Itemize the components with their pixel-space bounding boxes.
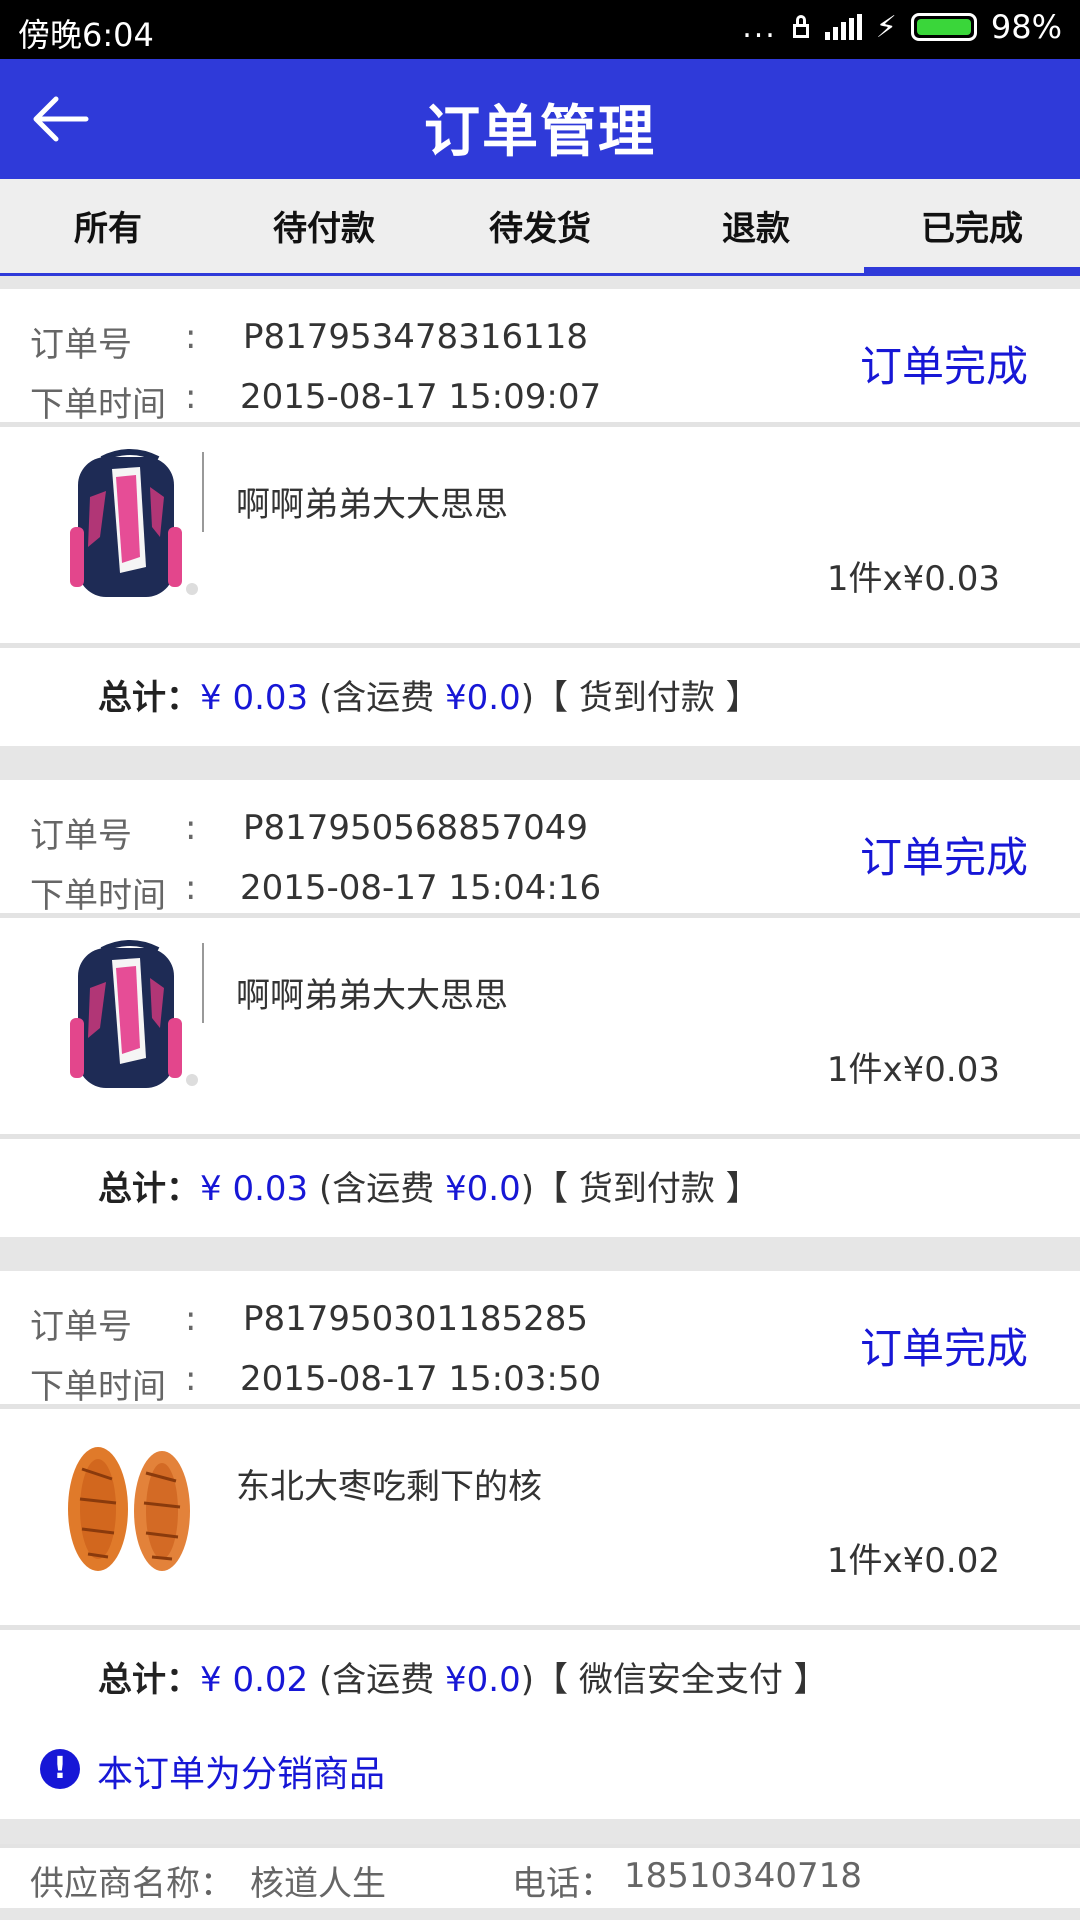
backpack-image <box>70 940 198 1088</box>
order-header: 订单号 : P817950568857049 下单时间 : 2015-08-17… <box>0 780 1080 918</box>
order-no-label: 订单号 <box>30 1307 132 1347</box>
order-header: 订单号 : P817953478316118 下单时间 : 2015-08-17… <box>0 289 1080 427</box>
exclamation-icon: ! <box>40 1749 80 1789</box>
order-time: 2015-08-17 15:04:16 <box>240 868 602 908</box>
order-time-label: 下单时间 <box>30 876 166 916</box>
shipping-close: ) <box>520 1660 535 1700</box>
colon: : <box>185 1299 197 1339</box>
notice-text: 本订单为分销商品 <box>97 1754 386 1795</box>
total-line: 总计：¥ 0.03 (含运费 ¥0.0)【 货到付款 】 <box>98 1161 760 1210</box>
order-tabs: 所有 待付款 待发货 退款 已完成 <box>0 179 1080 276</box>
total-label: 总计： <box>98 1660 200 1700</box>
supplier-phone-label: 电话： <box>512 1864 614 1904</box>
order-total: 总计：¥ 0.02 (含运费 ¥0.0)【 微信安全支付 】 <box>0 1630 1080 1728</box>
colon: : <box>185 1359 197 1399</box>
colon: : <box>185 317 197 357</box>
bracket-open: 【 <box>534 1169 579 1209</box>
title-bar: 订单管理 <box>0 59 1080 179</box>
order-time-label: 下单时间 <box>30 385 166 425</box>
payment-method: 货到付款 <box>578 678 715 718</box>
total-line: 总计：¥ 0.03 (含运费 ¥0.0)【 货到付款 】 <box>98 670 760 719</box>
order-no: P817950301185285 <box>243 1299 588 1339</box>
divider <box>202 452 204 532</box>
lock-icon <box>791 14 811 40</box>
shipping-amount: ¥0.0 <box>445 1660 521 1700</box>
total-amount: ¥ 0.03 <box>200 1169 309 1209</box>
supplier-info: 供应商名称： 核道人生 电话： 18510340718 <box>0 1844 1080 1908</box>
total-label: 总计： <box>98 1169 200 1209</box>
shipping-close: ) <box>520 1169 535 1209</box>
order-total: 总计：¥ 0.03 (含运费 ¥0.0)【 货到付款 】 <box>0 1139 1080 1237</box>
total-line: 总计：¥ 0.02 (含运费 ¥0.0)【 微信安全支付 】 <box>98 1652 828 1701</box>
product-qty-price: 1件x¥0.02 <box>826 1541 1000 1581</box>
order-status: 订单完成 <box>859 1324 1028 1373</box>
shipping-open: (含运费 <box>318 1169 446 1209</box>
order-product[interactable]: 啊啊弟弟大大思思 1件x¥0.03 <box>0 427 1080 648</box>
product-qty-price: 1件x¥0.03 <box>826 1050 1000 1090</box>
page-title: 订单管理 <box>424 100 656 165</box>
total-amount: ¥ 0.03 <box>200 678 309 718</box>
supplier-phone[interactable]: 18510340718 <box>624 1856 862 1896</box>
shipping-open: (含运费 <box>318 1660 446 1700</box>
order-time: 2015-08-17 15:09:07 <box>240 377 602 417</box>
shipping-amount: ¥0.0 <box>445 1169 521 1209</box>
bracket-close: 】 <box>782 1660 828 1700</box>
bracket-open: 【 <box>534 1660 579 1700</box>
order-status: 订单完成 <box>859 342 1028 391</box>
battery-icon <box>910 13 977 41</box>
order-time-label: 下单时间 <box>30 1367 166 1407</box>
battery-percent: 98% <box>990 8 1062 46</box>
product-name: 东北大枣吃剩下的核 <box>236 1467 542 1507</box>
status-icons: ... ⚡ 98% <box>742 8 1062 46</box>
status-bar: 傍晚6:04 ... ⚡ 98% <box>0 0 1080 59</box>
date-pits-image <box>68 1447 190 1571</box>
distribution-notice: ! 本订单为分销商品 <box>0 1727 1080 1819</box>
colon: : <box>185 808 197 848</box>
shipping-open: (含运费 <box>318 678 446 718</box>
tab-pending-payment[interactable]: 待付款 <box>216 179 432 273</box>
order-status: 订单完成 <box>859 833 1028 882</box>
order-product[interactable]: 东北大枣吃剩下的核 1件x¥0.02 <box>0 1409 1080 1630</box>
supplier-name-label: 供应商名称： <box>30 1864 234 1904</box>
order-total: 总计：¥ 0.03 (含运费 ¥0.0)【 货到付款 】 <box>0 648 1080 746</box>
order-time: 2015-08-17 15:03:50 <box>240 1359 602 1399</box>
bracket-close: 】 <box>714 1169 760 1209</box>
bracket-close: 】 <box>714 678 760 718</box>
product-name: 啊啊弟弟大大思思 <box>236 485 508 525</box>
supplier-name: 核道人生 <box>250 1864 386 1904</box>
status-time: 傍晚6:04 <box>18 16 154 54</box>
colon: : <box>185 377 197 417</box>
payment-method: 货到付款 <box>578 1169 715 1209</box>
bracket-open: 【 <box>534 678 579 718</box>
charging-icon: ⚡ <box>875 9 897 45</box>
tab-completed[interactable]: 已完成 <box>864 179 1080 276</box>
tab-all[interactable]: 所有 <box>0 179 216 273</box>
colon: : <box>185 868 197 908</box>
product-qty-price: 1件x¥0.03 <box>826 559 1000 599</box>
order-header: 订单号 : P817950301185285 下单时间 : 2015-08-17… <box>0 1271 1080 1409</box>
order-no-label: 订单号 <box>30 325 132 365</box>
more-dots: ... <box>742 9 777 45</box>
order-product[interactable]: 啊啊弟弟大大思思 1件x¥0.03 <box>0 918 1080 1139</box>
product-name: 啊啊弟弟大大思思 <box>236 976 508 1016</box>
total-amount: ¥ 0.02 <box>200 1660 309 1700</box>
divider <box>202 943 204 1023</box>
order-no: P817950568857049 <box>243 808 588 848</box>
tab-refund[interactable]: 退款 <box>648 179 864 273</box>
order-no-label: 订单号 <box>30 816 132 856</box>
shipping-close: ) <box>520 678 535 718</box>
tab-pending-shipment[interactable]: 待发货 <box>432 179 648 273</box>
payment-method: 微信安全支付 <box>578 1660 783 1700</box>
total-label: 总计： <box>98 678 200 718</box>
signal-icon <box>824 14 862 40</box>
order-no: P817953478316118 <box>243 317 588 357</box>
shipping-amount: ¥0.0 <box>445 678 521 718</box>
backpack-image <box>70 449 198 597</box>
